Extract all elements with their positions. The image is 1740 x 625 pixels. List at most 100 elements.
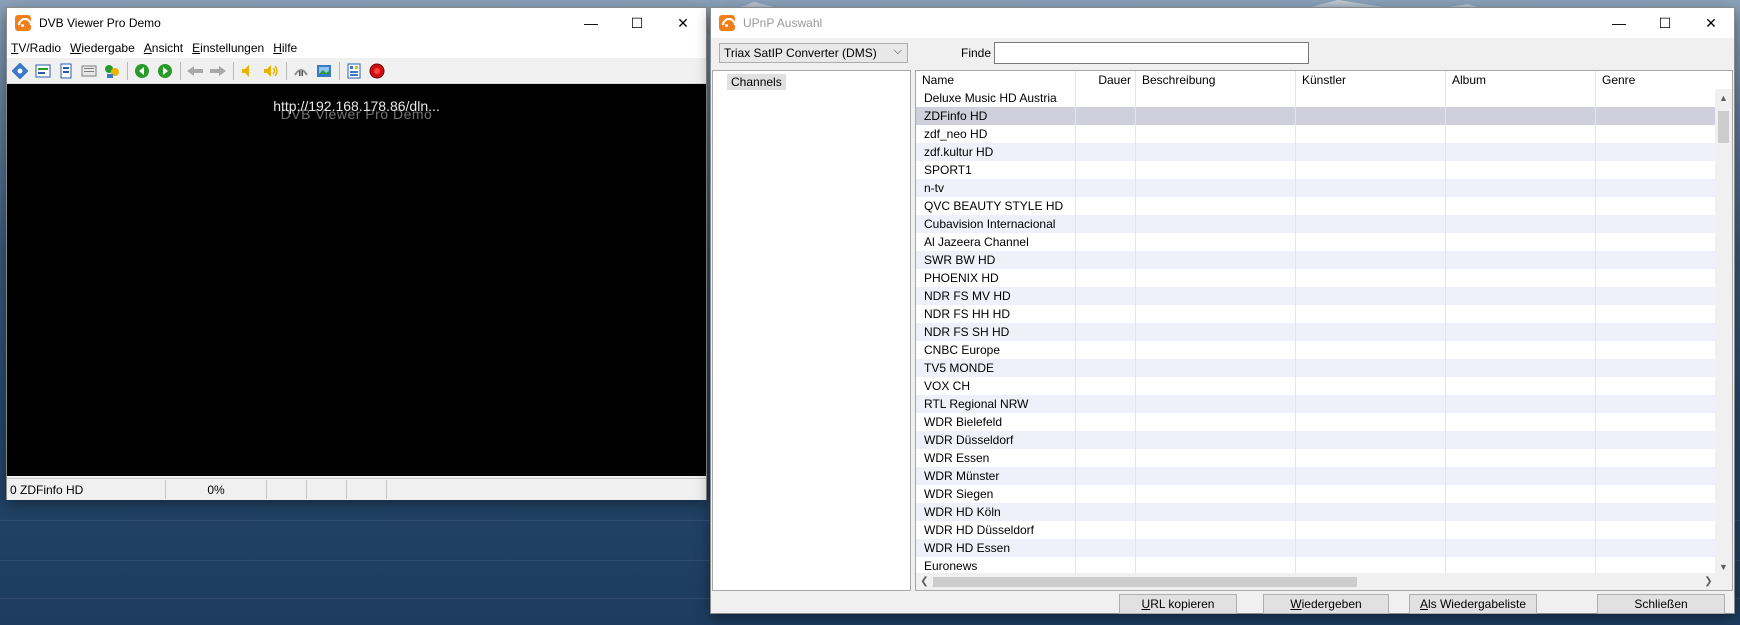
table-row[interactable]: SWR BW HD: [916, 251, 1717, 269]
dvb-titlebar[interactable]: DVB Viewer Pro Demo — ☐ ✕: [7, 8, 706, 38]
record-icon[interactable]: [367, 61, 387, 81]
table-row[interactable]: WDR HD Essen: [916, 539, 1717, 557]
recorder-icon[interactable]: [56, 61, 76, 81]
row-cell: [1076, 467, 1136, 485]
row-name: WDR Düsseldorf: [916, 431, 1076, 449]
table-row[interactable]: n-tv: [916, 179, 1717, 197]
row-cell: [1296, 215, 1446, 233]
row-cell: [1136, 287, 1296, 305]
table-row[interactable]: Al Jazeera Channel: [916, 233, 1717, 251]
table-row[interactable]: Deluxe Music HD Austria: [916, 89, 1717, 107]
close-button[interactable]: ✕: [660, 8, 706, 38]
row-cell: [1136, 341, 1296, 359]
vertical-scrollbar[interactable]: ▲ ▼: [1715, 89, 1732, 575]
maximize-button[interactable]: ☐: [614, 8, 660, 38]
row-name: WDR Essen: [916, 449, 1076, 467]
upnp-titlebar[interactable]: UPnP Auswahl — ☐ ✕: [711, 8, 1734, 38]
row-cell: [1136, 539, 1296, 557]
table-row[interactable]: NDR FS SH HD: [916, 323, 1717, 341]
column-header-kuenstler[interactable]: Künstler: [1296, 71, 1446, 89]
toolbar-separator: [339, 62, 340, 80]
dvb-window-title: DVB Viewer Pro Demo: [39, 16, 161, 30]
table-row[interactable]: SPORT1: [916, 161, 1717, 179]
volume-down-icon[interactable]: [238, 61, 258, 81]
favorites-icon[interactable]: [102, 61, 122, 81]
scrollbar-thumb[interactable]: [1718, 111, 1729, 143]
pause-icon[interactable]: [291, 61, 311, 81]
scroll-up-icon[interactable]: ▲: [1715, 89, 1732, 106]
copy-url-button[interactable]: U RL kopieren: [1119, 594, 1237, 614]
table-row[interactable]: WDR Essen: [916, 449, 1717, 467]
close-button[interactable]: ✕: [1688, 8, 1734, 38]
volume-up-icon[interactable]: [261, 61, 281, 81]
dvb-viewer-window: DVB Viewer Pro Demo — ☐ ✕ TV/Radio Wiede…: [7, 8, 706, 500]
row-cell: [1296, 395, 1446, 413]
epg-icon[interactable]: [33, 61, 53, 81]
back-icon[interactable]: [132, 61, 152, 81]
scrollbar-thumb[interactable]: [933, 577, 1357, 587]
next-channel-icon[interactable]: [208, 61, 228, 81]
minimize-button[interactable]: —: [1596, 8, 1642, 38]
table-row[interactable]: WDR HD Köln: [916, 503, 1717, 521]
channel-icon[interactable]: [10, 61, 30, 81]
row-cell: [1596, 305, 1717, 323]
add-playlist-button[interactable]: Als Wiedergabeliste: [1409, 594, 1537, 614]
table-row[interactable]: NDR FS MV HD: [916, 287, 1717, 305]
snapshot-icon[interactable]: [314, 61, 334, 81]
row-cell: [1076, 161, 1136, 179]
row-cell: [1296, 449, 1446, 467]
row-name: WDR HD Essen: [916, 539, 1076, 557]
menu-einstellungen[interactable]: Einstellungen: [188, 41, 269, 55]
upnp-app-icon: [719, 15, 735, 31]
row-cell: [1446, 107, 1596, 125]
forward-icon[interactable]: [155, 61, 175, 81]
row-cell: [1446, 377, 1596, 395]
video-area[interactable]: DVB Viewer Pro Demo http://192.168.178.8…: [7, 84, 706, 476]
teletext-icon[interactable]: [79, 61, 99, 81]
table-row[interactable]: PHOENIX HD: [916, 269, 1717, 287]
column-header-beschreibung[interactable]: Beschreibung: [1136, 71, 1296, 89]
osd-stream-url: http://192.168.178.86/dln...: [273, 98, 440, 114]
prev-channel-icon[interactable]: [185, 61, 205, 81]
table-row[interactable]: QVC BEAUTY STYLE HD: [916, 197, 1717, 215]
row-name: WDR Siegen: [916, 485, 1076, 503]
menu-tv-radio[interactable]: TV/Radio: [7, 41, 66, 55]
server-select[interactable]: Triax SatIP Converter (DMS) ⌵: [719, 43, 908, 63]
table-row[interactable]: WDR HD Düsseldorf: [916, 521, 1717, 539]
table-row[interactable]: VOX CH: [916, 377, 1717, 395]
menu-ansicht[interactable]: Ansicht: [140, 41, 188, 55]
column-header-genre[interactable]: Genre: [1596, 71, 1716, 89]
table-row[interactable]: zdf.kultur HD: [916, 143, 1717, 161]
maximize-button[interactable]: ☐: [1642, 8, 1688, 38]
table-row[interactable]: RTL Regional NRW: [916, 395, 1717, 413]
table-row[interactable]: WDR Bielefeld: [916, 413, 1717, 431]
row-cell: [1076, 305, 1136, 323]
status-progress: 0%: [166, 480, 267, 499]
table-row[interactable]: TV5 MONDE: [916, 359, 1717, 377]
menu-hilfe[interactable]: Hilfe: [269, 41, 302, 55]
play-button[interactable]: Wiedergeben: [1263, 594, 1389, 614]
table-row[interactable]: NDR FS HH HD: [916, 305, 1717, 323]
column-header-album[interactable]: Album: [1446, 71, 1596, 89]
column-header-name[interactable]: Name: [916, 71, 1076, 89]
table-row[interactable]: ZDFinfo HD: [916, 107, 1717, 125]
table-row[interactable]: Cubavision Internacional: [916, 215, 1717, 233]
horizontal-scrollbar[interactable]: ❮ ❯: [916, 573, 1717, 590]
table-row[interactable]: CNBC Europe: [916, 341, 1717, 359]
row-cell: [1446, 521, 1596, 539]
table-row[interactable]: zdf_neo HD: [916, 125, 1717, 143]
scroll-left-icon[interactable]: ❮: [916, 573, 933, 590]
column-header-dauer[interactable]: Dauer: [1076, 71, 1136, 89]
table-row[interactable]: WDR Münster: [916, 467, 1717, 485]
minimize-button[interactable]: —: [568, 8, 614, 38]
row-cell: [1596, 539, 1717, 557]
options-icon[interactable]: [344, 61, 364, 81]
schliessen-button[interactable]: Schließen: [1597, 594, 1725, 614]
menu-wiedergabe[interactable]: Wiedergabe: [66, 41, 140, 55]
find-input[interactable]: [994, 42, 1309, 64]
table-row[interactable]: WDR Siegen: [916, 485, 1717, 503]
row-cell: [1446, 197, 1596, 215]
row-cell: [1296, 413, 1446, 431]
table-row[interactable]: WDR Düsseldorf: [916, 431, 1717, 449]
tree-item-channels[interactable]: Channels: [727, 74, 786, 90]
